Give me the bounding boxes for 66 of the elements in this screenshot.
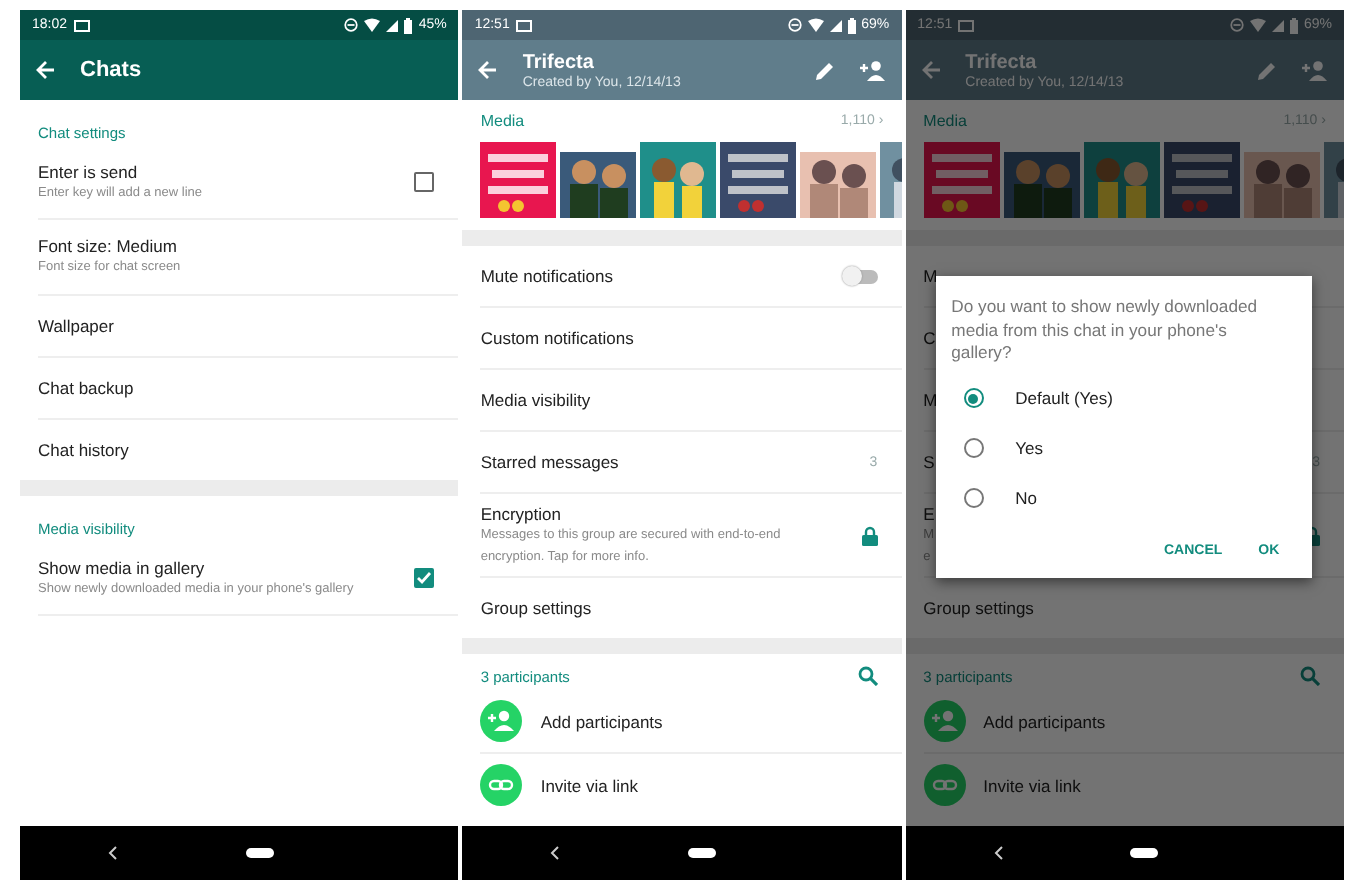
search-icon[interactable] bbox=[857, 666, 878, 686]
home-button[interactable] bbox=[245, 848, 274, 858]
setting-title[interactable]: Font size: Medium bbox=[38, 236, 177, 257]
setting-title[interactable]: Group settings bbox=[480, 598, 592, 618]
checkbox[interactable] bbox=[414, 172, 435, 193]
lock-icon bbox=[861, 525, 878, 545]
setting-title[interactable]: Media visibility bbox=[480, 390, 591, 410]
setting-title[interactable]: E bbox=[923, 504, 935, 525]
home-button[interactable] bbox=[687, 848, 716, 858]
battery-icon bbox=[847, 17, 856, 33]
setting-title[interactable]: Wallpaper bbox=[38, 315, 114, 336]
setting-title[interactable]: Show media in gallery bbox=[38, 557, 205, 578]
radio-button[interactable] bbox=[963, 388, 984, 409]
pencil-icon[interactable] bbox=[1255, 59, 1278, 81]
group-name: Trifecta bbox=[965, 51, 1039, 73]
setting-title[interactable]: Chat backup bbox=[38, 377, 134, 398]
back-nav-icon[interactable] bbox=[550, 846, 561, 860]
back-nav-icon[interactable] bbox=[993, 846, 1004, 860]
pencil-icon[interactable] bbox=[813, 59, 836, 81]
setting-title[interactable]: Group settings bbox=[923, 598, 1034, 618]
group-name: Trifecta bbox=[522, 51, 596, 73]
wifi-icon bbox=[807, 18, 824, 32]
option-label[interactable]: No bbox=[1015, 488, 1038, 509]
do-not-disturb-icon bbox=[344, 18, 359, 32]
do-not-disturb-icon bbox=[1229, 18, 1244, 32]
option-label[interactable]: Yes bbox=[1015, 438, 1044, 459]
wifi-icon bbox=[1249, 18, 1266, 32]
back-arrow-icon[interactable] bbox=[36, 60, 56, 80]
setting-title[interactable]: C bbox=[923, 328, 936, 348]
media-label: Media bbox=[480, 112, 525, 130]
option-label[interactable]: Default (Yes) bbox=[1015, 388, 1113, 409]
participant-action[interactable]: Add participants bbox=[983, 711, 1106, 731]
wifi-icon bbox=[364, 18, 381, 32]
signal-icon bbox=[386, 19, 399, 31]
add-person-icon[interactable] bbox=[1301, 59, 1328, 81]
signal-icon bbox=[1271, 19, 1284, 31]
notification-icon bbox=[958, 19, 975, 31]
screen-title: Chats bbox=[80, 58, 142, 82]
setting-title[interactable]: Mute notifications bbox=[480, 266, 613, 286]
setting-title[interactable]: Chat history bbox=[38, 439, 129, 460]
back-nav-icon[interactable] bbox=[108, 846, 118, 860]
toggle-switch[interactable] bbox=[843, 269, 878, 283]
notification-icon bbox=[73, 19, 90, 31]
add-person-icon[interactable] bbox=[859, 59, 886, 81]
notification-icon bbox=[515, 19, 532, 31]
setting-title[interactable]: Encryption bbox=[480, 504, 561, 525]
battery-icon bbox=[404, 17, 413, 33]
checkbox[interactable] bbox=[414, 568, 435, 589]
battery-icon bbox=[1289, 17, 1298, 33]
radio-button[interactable] bbox=[963, 488, 984, 509]
setting-title[interactable]: Starred messages bbox=[480, 452, 619, 472]
participant-action[interactable]: Invite via link bbox=[540, 775, 638, 795]
setting-title[interactable]: M bbox=[923, 266, 938, 286]
search-icon[interactable] bbox=[1299, 666, 1320, 686]
signal-icon bbox=[829, 19, 842, 31]
back-arrow-icon[interactable] bbox=[478, 60, 499, 80]
home-button[interactable] bbox=[1130, 848, 1159, 858]
setting-title[interactable]: Enter is send bbox=[38, 162, 138, 182]
do-not-disturb-icon bbox=[787, 18, 802, 32]
dialog-question: Do you want to show newly downloaded media from this chat in your phone's gallery? bbox=[951, 296, 1260, 366]
participant-action[interactable]: Add participants bbox=[540, 711, 663, 731]
setting-title[interactable]: S bbox=[923, 452, 935, 472]
media-label: Media bbox=[923, 112, 967, 130]
participant-action[interactable]: Invite via link bbox=[983, 775, 1081, 795]
radio-button[interactable] bbox=[963, 438, 984, 459]
setting-title[interactable]: Custom notifications bbox=[480, 328, 634, 348]
